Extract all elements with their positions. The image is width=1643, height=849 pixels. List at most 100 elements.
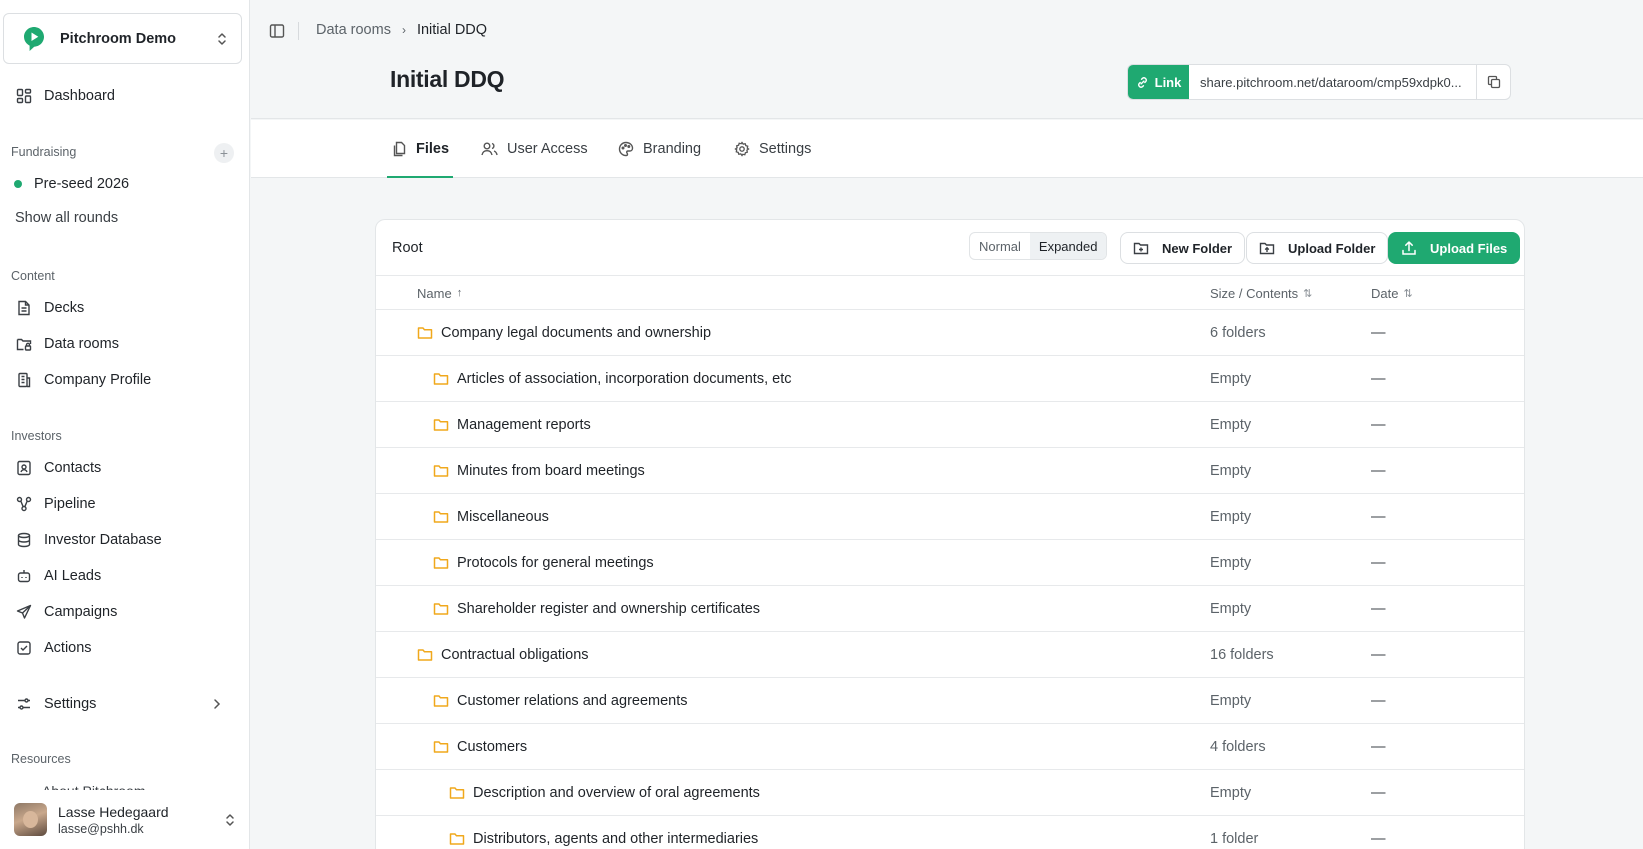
button-label: Upload Files bbox=[1430, 240, 1508, 256]
sidebar-item-round[interactable]: Pre-seed 2026 bbox=[8, 169, 234, 199]
table-row[interactable]: Minutes from board meetings Empty — bbox=[376, 448, 1524, 494]
size-cell: 4 folders bbox=[1210, 739, 1266, 755]
folder-plus-icon bbox=[1133, 242, 1149, 255]
date-cell: — bbox=[1371, 555, 1386, 571]
tab-user-access[interactable]: User Access bbox=[481, 120, 588, 178]
date-cell: — bbox=[1371, 601, 1386, 617]
column-header-date[interactable]: Date ⇅ bbox=[1371, 276, 1413, 310]
folder-name-cell[interactable]: Contractual obligations bbox=[417, 632, 589, 678]
folder-name-cell[interactable]: Customers bbox=[433, 724, 527, 770]
sidebar-item-label: Dashboard bbox=[44, 88, 115, 104]
folder-name: Protocols for general meetings bbox=[457, 555, 654, 571]
table-row[interactable]: Miscellaneous Empty — bbox=[376, 494, 1524, 540]
sidebar-item-campaigns[interactable]: Campaigns bbox=[8, 597, 234, 627]
table-row[interactable]: Distributors, agents and other intermedi… bbox=[376, 816, 1524, 849]
sidebar-item-label: Actions bbox=[44, 640, 92, 656]
add-round-button[interactable]: + bbox=[214, 143, 234, 163]
folder-name-cell[interactable]: Miscellaneous bbox=[433, 494, 549, 540]
sidebar-item-dashboard[interactable]: Dashboard bbox=[8, 81, 234, 111]
folder-name-cell[interactable]: Customer relations and agreements bbox=[433, 678, 688, 724]
breadcrumb-data-rooms[interactable]: Data rooms bbox=[316, 22, 391, 38]
folder-icon bbox=[433, 419, 449, 431]
sidebar-item-company-profile[interactable]: Company Profile bbox=[8, 365, 234, 395]
sidebar-item-settings[interactable]: Settings bbox=[8, 689, 234, 719]
link-button[interactable]: Link bbox=[1128, 65, 1189, 99]
folder-icon bbox=[449, 787, 465, 799]
column-header-name[interactable]: Name ↑ bbox=[417, 276, 462, 310]
pipeline-icon bbox=[16, 496, 32, 512]
users-icon bbox=[481, 142, 498, 156]
view-mode-expanded[interactable]: Expanded bbox=[1029, 233, 1107, 259]
tab-bar: Files User Access Branding Settings bbox=[251, 120, 1643, 178]
size-cell: Empty bbox=[1210, 555, 1252, 571]
view-mode-toggle: Normal Expanded bbox=[969, 232, 1108, 260]
sidebar-item-label: Company Profile bbox=[44, 372, 152, 388]
table-row[interactable]: Customers 4 folders — bbox=[376, 724, 1524, 770]
folder-name: Distributors, agents and other intermedi… bbox=[473, 831, 759, 847]
folder-name: Customers bbox=[457, 739, 528, 755]
table-row[interactable]: Company legal documents and ownership 6 f… bbox=[376, 310, 1524, 356]
sidebar-item-label: Pipeline bbox=[44, 496, 96, 512]
folder-icon bbox=[433, 511, 449, 523]
send-icon bbox=[16, 604, 32, 620]
sidebar-toggle-icon[interactable] bbox=[269, 23, 285, 39]
table-row[interactable]: Shareholder register and ownership certi… bbox=[376, 586, 1524, 632]
page-title: Initial DDQ bbox=[390, 66, 505, 92]
folder-name-cell[interactable]: Company legal documents and ownership bbox=[417, 310, 711, 356]
section-label-content: Content bbox=[11, 269, 55, 283]
share-url[interactable]: share.pitchroom.net/dataroom/cmp59xdpk0.… bbox=[1189, 75, 1476, 90]
files-panel: Root Normal Expanded New Folder Upload F… bbox=[375, 219, 1525, 849]
table-row[interactable]: Protocols for general meetings Empty — bbox=[376, 540, 1524, 586]
folder-name-cell[interactable]: Shareholder register and ownership certi… bbox=[433, 586, 760, 632]
tab-label: Branding bbox=[643, 141, 702, 157]
workspace-switcher[interactable]: Pitchroom Demo bbox=[3, 13, 242, 64]
upload-folder-button[interactable]: Upload Folder bbox=[1246, 232, 1389, 264]
sidebar-item-data-rooms[interactable]: Data rooms bbox=[8, 329, 234, 359]
folder-name-cell[interactable]: Articles of association, incorporation d… bbox=[433, 356, 791, 402]
table-row[interactable]: Customer relations and agreements Empty — bbox=[376, 678, 1524, 724]
date-cell: — bbox=[1371, 647, 1386, 663]
pitchroom-logo-icon bbox=[18, 23, 50, 55]
sidebar-item-ai-leads[interactable]: AI Leads bbox=[8, 561, 234, 591]
table-header: Name ↑ Size / Contents ⇅ Date ⇅ bbox=[376, 276, 1524, 310]
table-row[interactable]: Articles of association, incorporation d… bbox=[376, 356, 1524, 402]
share-link-box: Link share.pitchroom.net/dataroom/cmp59x… bbox=[1127, 64, 1511, 100]
tab-settings[interactable]: Settings bbox=[734, 120, 811, 178]
copy-button[interactable] bbox=[1476, 65, 1510, 99]
folder-name-cell[interactable]: Distributors, agents and other intermedi… bbox=[449, 816, 758, 849]
files-toolbar: Root Normal Expanded New Folder Upload F… bbox=[376, 220, 1524, 276]
folder-name-cell[interactable]: Protocols for general meetings bbox=[433, 540, 654, 586]
date-cell: — bbox=[1371, 693, 1386, 709]
folder-icon bbox=[449, 833, 465, 845]
sidebar-item-decks[interactable]: Decks bbox=[8, 293, 234, 323]
sidebar-item-actions[interactable]: Actions bbox=[8, 633, 234, 663]
size-cell: Empty bbox=[1210, 785, 1252, 801]
folder-icon bbox=[433, 741, 449, 753]
folder-upload-icon bbox=[1259, 242, 1275, 255]
table-row[interactable]: Contractual obligations 16 folders — bbox=[376, 632, 1524, 678]
folder-name-cell[interactable]: Minutes from board meetings bbox=[433, 448, 645, 494]
user-menu[interactable]: Lasse Hedegaard lasse@pshh.dk bbox=[0, 790, 249, 849]
new-folder-button[interactable]: New Folder bbox=[1120, 232, 1246, 264]
sort-icon: ⇅ bbox=[1403, 287, 1413, 300]
building-icon bbox=[16, 372, 32, 388]
gear-icon bbox=[734, 141, 750, 157]
folder-name-cell[interactable]: Description and overview of oral agreeme… bbox=[449, 770, 760, 816]
sidebar-item-contacts[interactable]: Contacts bbox=[8, 453, 234, 483]
folder-name-cell[interactable]: Management reports bbox=[433, 402, 591, 448]
table-row[interactable]: Management reports Empty — bbox=[376, 402, 1524, 448]
folder-path-root[interactable]: Root bbox=[392, 240, 423, 256]
column-header-size[interactable]: Size / Contents ⇅ bbox=[1210, 276, 1312, 310]
show-all-rounds-link[interactable]: Show all rounds bbox=[15, 210, 118, 226]
copy-icon bbox=[1487, 75, 1500, 89]
table-row[interactable]: Description and overview of oral agreeme… bbox=[376, 770, 1524, 816]
size-cell: Empty bbox=[1210, 509, 1252, 525]
tab-branding[interactable]: Branding bbox=[618, 120, 701, 178]
sidebar-item-pipeline[interactable]: Pipeline bbox=[8, 489, 234, 519]
sidebar-item-investor-database[interactable]: Investor Database bbox=[8, 525, 234, 555]
view-mode-normal[interactable]: Normal bbox=[970, 233, 1030, 259]
folder-name: Company legal documents and ownership bbox=[441, 325, 712, 341]
tab-files[interactable]: Files bbox=[386, 120, 454, 178]
size-cell: 1 folder bbox=[1210, 831, 1259, 847]
upload-files-button[interactable]: Upload Files bbox=[1388, 232, 1521, 264]
